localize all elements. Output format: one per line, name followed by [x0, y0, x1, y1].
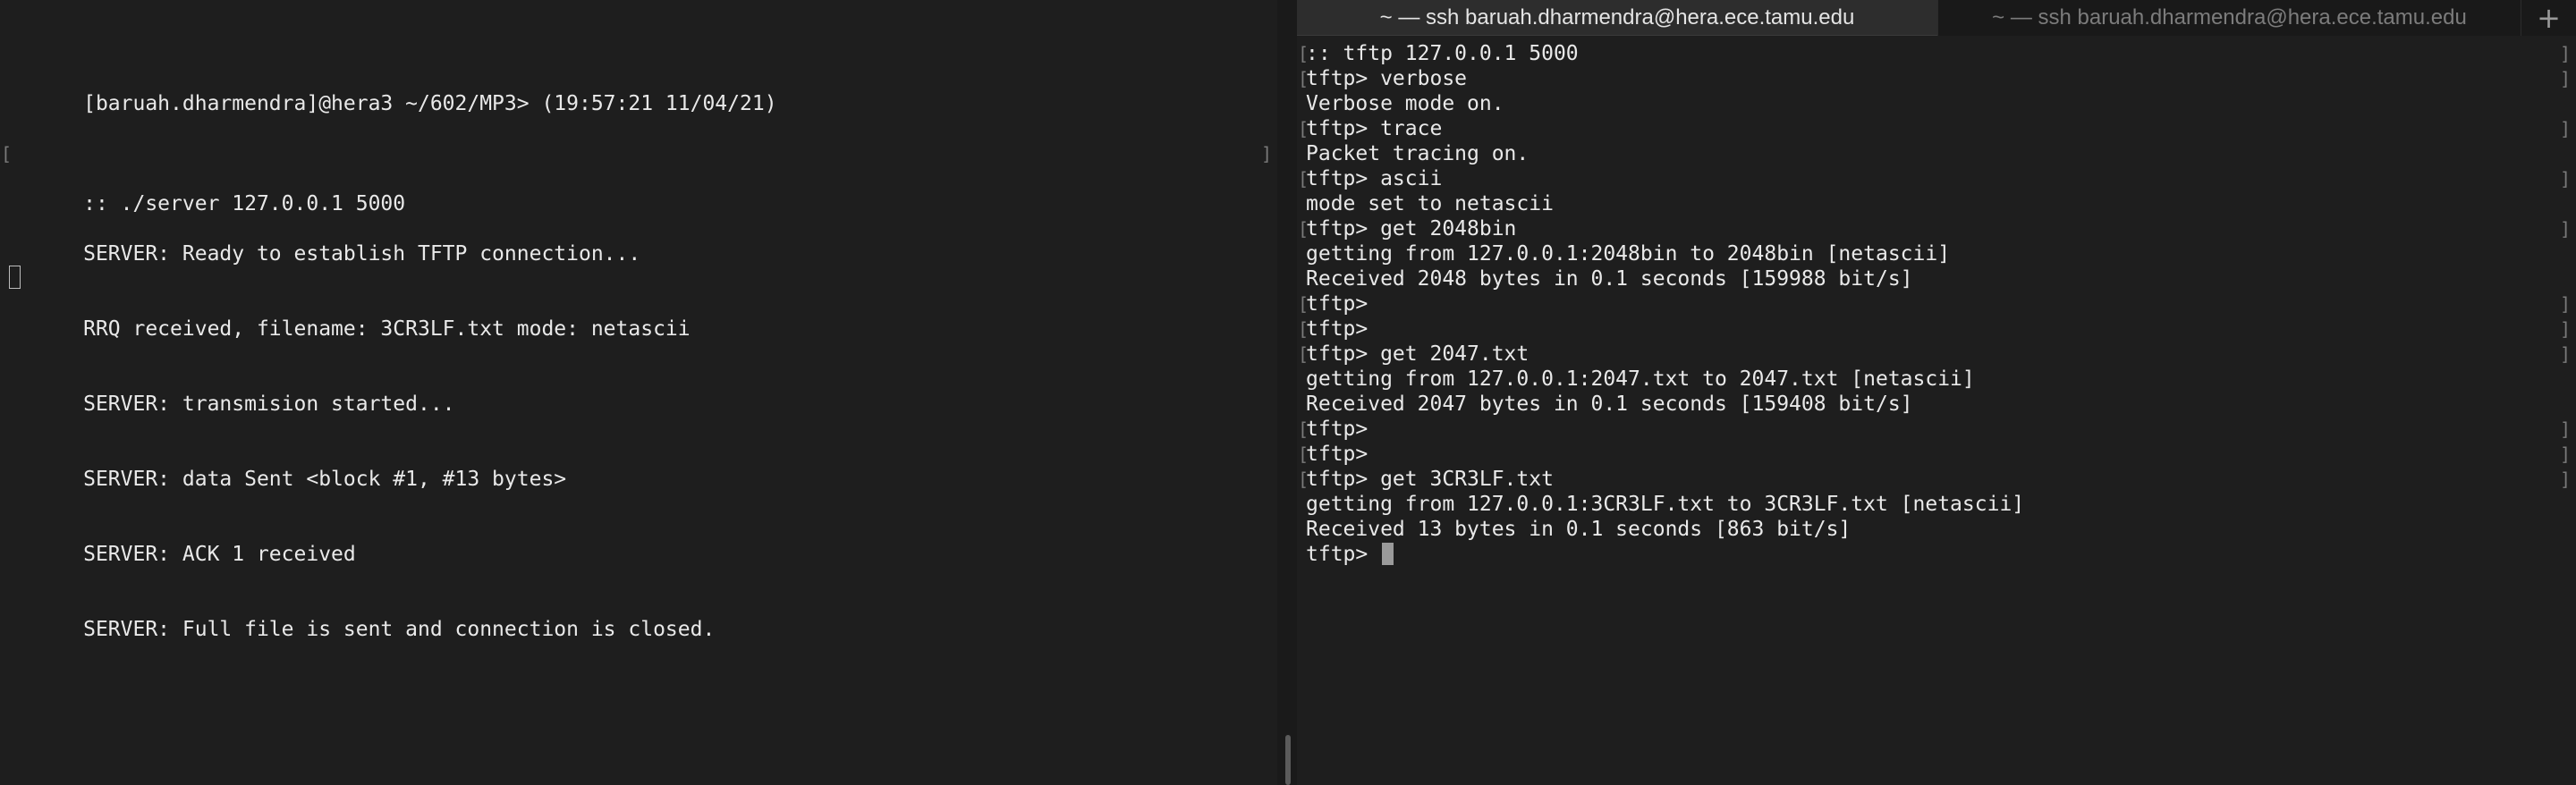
command-line: [tftp> get 2047.txt]: [1297, 342, 2576, 367]
mark-bracket-left: [: [1298, 218, 1309, 240]
mark-bracket-right: ]: [2559, 343, 2571, 365]
mark-bracket-right: ]: [1260, 143, 1272, 165]
terminal-line-text: SERVER: ACK 1 received: [83, 543, 356, 566]
scrollbar-thumb[interactable]: [1285, 735, 1291, 785]
terminal-line-text: tftp> get 3CR3LF.txt: [1306, 468, 1554, 491]
mark-bracket-right: ]: [2559, 293, 2571, 315]
command-line: [tftp> verbose]: [1297, 66, 2576, 91]
output-line: getting from 127.0.0.1:2047.txt to 2047.…: [1297, 367, 2576, 392]
output-line: Verbose mode on.: [1297, 91, 2576, 116]
mark-bracket-left: [: [1298, 43, 1309, 64]
terminal-line-text: SERVER: Full file is sent and connection…: [83, 618, 716, 641]
terminal-line-text: Received 13 bytes in 0.1 seconds [863 bi…: [1306, 518, 1852, 541]
terminal-line-text: getting from 127.0.0.1:2047.txt to 2047.…: [1306, 367, 1975, 391]
terminal-line-text: tftp>: [1306, 543, 1381, 566]
terminal-line: SERVER: Full file is sent and connection…: [0, 592, 1277, 641]
command-line: tftp>: [1297, 542, 2576, 567]
mark-bracket-left: [: [1298, 168, 1309, 190]
terminal-cursor: [9, 266, 21, 289]
mark-bracket-left: [: [1298, 443, 1309, 465]
plus-icon: +: [2537, 1, 2561, 35]
split-pane-divider[interactable]: [1277, 0, 1297, 785]
mark-bracket-left: [: [1298, 468, 1309, 490]
terminal-line-text: tftp>: [1306, 292, 1368, 316]
terminal-line: SERVER: transmision started...: [0, 367, 1277, 416]
mark-bracket-right: ]: [2559, 468, 2571, 490]
tab-ssh-inactive[interactable]: ~ — ssh baruah.dharmendra@hera.ece.tamu.…: [1937, 0, 2521, 36]
terminal-line-text: RRQ received, filename: 3CR3LF.txt mode:…: [83, 317, 691, 341]
terminal-line-text: tftp> get 2048bin: [1306, 217, 1517, 241]
terminal-line-text: tftp>: [1306, 418, 1368, 441]
mark-bracket-right: ]: [2559, 68, 2571, 89]
tab-bar: ~ — ssh baruah.dharmendra@hera.ece.tamu.…: [1297, 0, 2576, 36]
mark-bracket-right: ]: [2559, 118, 2571, 139]
command-line: [tftp> get 3CR3LF.txt]: [1297, 467, 2576, 492]
mark-bracket-left: [: [1298, 293, 1309, 315]
output-line: Received 2048 bytes in 0.1 seconds [1599…: [1297, 266, 2576, 291]
terminal-line-text: [baruah.dharmendra]@hera3 ~/602/MP3> (19…: [83, 92, 777, 115]
tab-label: ~ — ssh baruah.dharmendra@hera.ece.tamu.…: [1992, 5, 2467, 30]
tab-ssh-active[interactable]: ~ — ssh baruah.dharmendra@hera.ece.tamu.…: [1297, 0, 1937, 36]
mark-bracket-right: ]: [2559, 43, 2571, 64]
terminal-line-text: mode set to netascii: [1306, 192, 1554, 215]
terminal-line-text: Received 2047 bytes in 0.1 seconds [1594…: [1306, 392, 1913, 416]
output-line: getting from 127.0.0.1:3CR3LF.txt to 3CR…: [1297, 492, 2576, 517]
mark-bracket-left: [: [1298, 118, 1309, 139]
command-line: [:: tftp 127.0.0.1 5000]: [1297, 41, 2576, 66]
terminal-line-text: :: ./server 127.0.0.1 5000: [83, 192, 406, 215]
terminal-line-text: getting from 127.0.0.1:2048bin to 2048bi…: [1306, 242, 1951, 266]
mark-bracket-right: ]: [2559, 318, 2571, 340]
terminal-line-text: getting from 127.0.0.1:3CR3LF.txt to 3CR…: [1306, 493, 2025, 516]
output-line: mode set to netascii: [1297, 191, 2576, 216]
output-line: Received 13 bytes in 0.1 seconds [863 bi…: [1297, 517, 2576, 542]
terminal-line: SERVER: Ready to establish TFTP connecti…: [0, 216, 1277, 266]
command-line: [tftp>]: [1297, 291, 2576, 317]
right-terminal-output: [:: tftp 127.0.0.1 5000][tftp> verbose] V…: [1297, 41, 2576, 567]
mark-bracket-left: [: [1, 143, 13, 165]
terminal-line: SERVER: data Sent <block #1, #13 bytes>: [0, 442, 1277, 491]
mark-bracket-left: [: [1298, 418, 1309, 440]
terminal-line-text: tftp>: [1306, 443, 1368, 466]
command-line: [tftp> trace]: [1297, 116, 2576, 141]
mark-bracket-left: [: [1298, 343, 1309, 365]
output-line: Packet tracing on.: [1297, 141, 2576, 166]
prompt-line: [baruah.dharmendra]@hera3 ~/602/MP3> (19…: [0, 66, 1277, 115]
terminal-cursor: [1382, 543, 1394, 565]
mark-bracket-left: [: [1298, 68, 1309, 89]
output-line: Received 2047 bytes in 0.1 seconds [1594…: [1297, 392, 2576, 417]
terminal-line-text: SERVER: Ready to establish TFTP connecti…: [83, 242, 641, 266]
terminal-line-text: :: tftp 127.0.0.1 5000: [1306, 42, 1579, 65]
output-line: getting from 127.0.0.1:2048bin to 2048bi…: [1297, 241, 2576, 266]
tab-label: ~ — ssh baruah.dharmendra@hera.ece.tamu.…: [1379, 4, 1855, 30]
terminal-line: [ :: ./server 127.0.0.1 5000 ]: [0, 141, 1277, 215]
command-line: [tftp>]: [1297, 442, 2576, 467]
mark-bracket-right: ]: [2559, 418, 2571, 440]
terminal-line-text: SERVER: data Sent <block #1, #13 bytes>: [83, 468, 567, 491]
mark-bracket-right: ]: [2559, 443, 2571, 465]
command-line: [tftp> ascii]: [1297, 166, 2576, 191]
terminal-line: RRQ received, filename: 3CR3LF.txt mode:…: [0, 291, 1277, 341]
terminal-line-text: SERVER: transmision started...: [83, 392, 455, 416]
mark-bracket-right: ]: [2559, 218, 2571, 240]
command-line: [tftp>]: [1297, 417, 2576, 442]
mark-bracket-right: ]: [2559, 168, 2571, 190]
command-line: [tftp>]: [1297, 317, 2576, 342]
mark-bracket-left: [: [1298, 318, 1309, 340]
command-line: [tftp> get 2048bin]: [1297, 216, 2576, 241]
terminal-line-text: Received 2048 bytes in 0.1 seconds [1599…: [1306, 267, 1913, 291]
terminal-line-text: tftp>: [1306, 317, 1368, 341]
right-terminal-pane[interactable]: ~ — ssh baruah.dharmendra@hera.ece.tamu.…: [1297, 0, 2576, 785]
terminal-line-text: tftp> get 2047.txt: [1306, 342, 1530, 366]
new-tab-button[interactable]: +: [2521, 0, 2576, 36]
terminal-line-text: Verbose mode on.: [1306, 92, 1504, 115]
terminal-line-text: tftp> trace: [1306, 117, 1443, 140]
left-terminal-output: [baruah.dharmendra]@hera3 ~/602/MP3> (19…: [0, 16, 1277, 667]
terminal-line-text: tftp> verbose: [1306, 67, 1468, 90]
terminal-line-text: tftp> ascii: [1306, 167, 1443, 190]
terminal-line-text: Packet tracing on.: [1306, 142, 1530, 165]
left-terminal-pane[interactable]: [baruah.dharmendra]@hera3 ~/602/MP3> (19…: [0, 0, 1277, 785]
terminal-line: SERVER: ACK 1 received: [0, 517, 1277, 566]
